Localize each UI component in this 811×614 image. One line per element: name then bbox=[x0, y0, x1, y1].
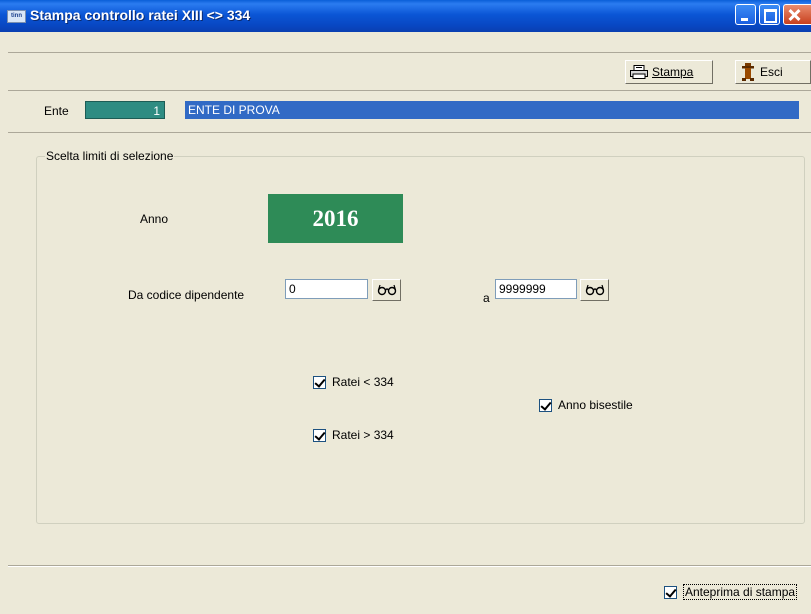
anno-bisestile-checkbox-box[interactable] bbox=[539, 398, 552, 412]
toolbar: Stampa Esci bbox=[8, 52, 811, 91]
da-codice-input[interactable]: 0 bbox=[285, 279, 368, 299]
da-codice-label: Da codice dipendente bbox=[128, 288, 245, 302]
binoculars-icon bbox=[585, 284, 604, 296]
anno-bisestile-checkbox[interactable]: Anno bisestile bbox=[539, 398, 633, 412]
esci-button[interactable]: Esci bbox=[735, 60, 811, 84]
esci-label: Esci bbox=[760, 65, 783, 79]
anno-field[interactable]: 2016 bbox=[268, 194, 403, 243]
a-codice-lookup-button[interactable] bbox=[580, 279, 609, 301]
printer-icon bbox=[630, 65, 648, 79]
window-title: Stampa controllo ratei XIII <> 334 bbox=[30, 7, 251, 23]
close-button[interactable] bbox=[783, 4, 811, 25]
ente-name-field: ENTE DI PROVA bbox=[185, 101, 799, 119]
ratei-lt-checkbox[interactable]: Ratei < 334 bbox=[313, 375, 394, 389]
a-label: a bbox=[483, 291, 490, 305]
footer-divider-highlight bbox=[8, 566, 811, 567]
stampa-label: Stampa bbox=[652, 65, 694, 79]
binoculars-icon bbox=[377, 284, 396, 296]
ente-label: Ente bbox=[44, 104, 69, 118]
divider bbox=[8, 132, 811, 133]
title-bar: tinn Stampa controllo ratei XIII <> 334 bbox=[0, 0, 811, 32]
ratei-gt-checkbox[interactable]: Ratei > 334 bbox=[313, 428, 394, 442]
ratei-lt-checkbox-box[interactable] bbox=[313, 375, 326, 389]
anteprima-label: Anteprima di stampa bbox=[683, 584, 798, 600]
anno-label: Anno bbox=[140, 212, 169, 226]
anteprima-checkbox-box[interactable] bbox=[664, 585, 677, 599]
stampa-button[interactable]: Stampa bbox=[625, 60, 713, 84]
app-icon[interactable]: tinn bbox=[7, 10, 26, 23]
ratei-gt-label: Ratei > 334 bbox=[332, 428, 394, 442]
ente-row: Ente 1 ENTE DI PROVA bbox=[8, 96, 811, 124]
anteprima-checkbox[interactable]: Anteprima di stampa bbox=[664, 584, 798, 600]
ratei-gt-checkbox-box[interactable] bbox=[313, 428, 326, 442]
ente-code-field[interactable]: 1 bbox=[85, 101, 165, 119]
exit-icon bbox=[742, 63, 754, 81]
anno-bisestile-label: Anno bisestile bbox=[558, 398, 633, 412]
da-codice-lookup-button[interactable] bbox=[372, 279, 401, 301]
maximize-button[interactable] bbox=[759, 4, 780, 25]
groupbox-legend: Scelta limiti di selezione bbox=[45, 149, 175, 163]
minimize-button[interactable] bbox=[735, 4, 756, 25]
a-codice-input[interactable]: 9999999 bbox=[495, 279, 577, 299]
ratei-lt-label: Ratei < 334 bbox=[332, 375, 394, 389]
